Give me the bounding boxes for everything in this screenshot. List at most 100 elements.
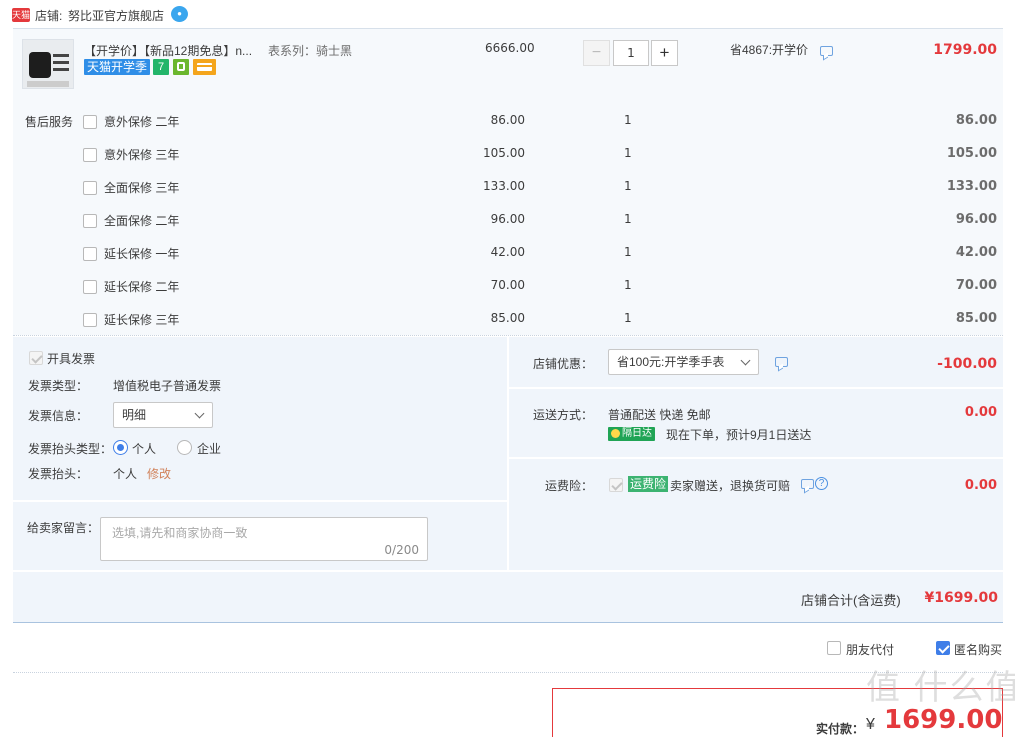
chevron-down-icon <box>740 355 751 366</box>
service-name: 全面保修 二年 <box>104 214 180 228</box>
service-checkbox[interactable] <box>83 214 97 228</box>
invoice-header-label: 发票抬头： <box>28 467 89 481</box>
invoice-edit-link[interactable]: 修改 <box>147 465 171 482</box>
insurance-panel <box>509 459 1003 570</box>
service-price: 105.00 <box>483 146 525 160</box>
watermark: 值 什么值得买 <box>866 669 1015 707</box>
insurance-badge: 运费险 <box>628 476 669 492</box>
service-price: 85.00 <box>490 311 525 325</box>
service-qty: 1 <box>624 245 632 259</box>
shop-total-value: ¥1699.00 <box>924 590 998 606</box>
service-checkbox[interactable] <box>83 115 97 129</box>
seven-day-return-icon: 7 <box>153 59 169 75</box>
quantity-increase-button[interactable]: + <box>651 40 678 66</box>
payment-value: 1699.00 <box>884 705 1003 735</box>
help-icon[interactable]: ? <box>815 477 828 490</box>
quantity-input[interactable]: 1 <box>613 40 649 66</box>
delivery-value: 普通配送 快递 免邮 <box>608 408 711 422</box>
product-unit-price: 6666.00 <box>485 41 535 55</box>
radio-company[interactable] <box>177 440 192 455</box>
message-counter: 0/200 <box>384 543 419 557</box>
service-qty: 1 <box>624 179 632 193</box>
payment-label: 实付款： <box>816 722 865 736</box>
coupon-amount: -100.00 <box>937 356 997 372</box>
open-invoice-label: 开具发票 <box>47 352 96 366</box>
invoice-info-label: 发票信息： <box>28 409 89 423</box>
service-total: 42.00 <box>955 245 997 260</box>
service-name: 延长保修 三年 <box>104 313 180 327</box>
delivery-panel <box>509 389 1003 457</box>
service-qty: 1 <box>624 212 632 226</box>
service-checkbox[interactable] <box>83 247 97 261</box>
service-label: 售后服务 <box>25 115 74 129</box>
chevron-down-icon <box>194 408 205 419</box>
message-placeholder: 选填,请先和商家协商一致 <box>112 526 248 540</box>
service-qty: 1 <box>624 146 632 160</box>
insurance-desc: 卖家赠送，退换货可赔 <box>670 479 791 493</box>
invoice-header-type-label: 发票抬头类型： <box>28 442 113 456</box>
product-title[interactable]: 【开学价】【新品12期免息】n... <box>84 42 252 59</box>
insurance-label: 运费险： <box>545 479 594 493</box>
coupon-label: 店铺优惠： <box>533 357 594 371</box>
coupon-select[interactable]: 省100元:开学季手表 <box>608 349 759 375</box>
product-discount: 省4867:开学价 <box>730 43 809 57</box>
guarantee-icon <box>173 59 189 75</box>
service-checkbox[interactable] <box>83 280 97 294</box>
service-price: 70.00 <box>490 278 525 292</box>
service-qty: 1 <box>624 311 632 325</box>
coupon-info-icon[interactable] <box>775 357 788 367</box>
service-name: 意外保修 三年 <box>104 148 180 162</box>
service-price: 42.00 <box>490 245 525 259</box>
anonymous-label: 匿名购买 <box>954 643 1003 657</box>
service-total: 105.00 <box>946 146 997 161</box>
insurance-checkbox[interactable] <box>609 478 623 492</box>
service-total: 85.00 <box>955 311 997 326</box>
service-checkbox[interactable] <box>83 148 97 162</box>
service-checkbox[interactable] <box>83 181 97 195</box>
product-spec: 表系列：骑士黑 <box>268 44 353 58</box>
service-price: 96.00 <box>490 212 525 226</box>
service-name: 延长保修 二年 <box>104 280 180 294</box>
quantity-decrease-button[interactable]: − <box>583 40 610 66</box>
insurance-amount: 0.00 <box>964 478 997 493</box>
promo-tag: 天猫开学季 <box>84 59 151 75</box>
service-total: 86.00 <box>955 113 997 128</box>
service-price: 133.00 <box>483 179 525 193</box>
radio-personal[interactable] <box>113 440 128 455</box>
shop-total-label: 店铺合计(含运费) <box>801 593 901 608</box>
friend-pay-label: 朋友代付 <box>846 643 895 657</box>
service-checkbox[interactable] <box>83 313 97 327</box>
anonymous-checkbox[interactable] <box>936 641 950 655</box>
service-total: 70.00 <box>955 278 997 293</box>
insurance-chat-icon[interactable] <box>801 479 814 489</box>
shop-name[interactable]: 努比亚官方旗舰店 <box>68 7 164 24</box>
invoice-header-value: 个人 <box>113 467 138 481</box>
tmall-badge-icon: 天猫 <box>12 8 31 22</box>
delivery-label: 运送方式： <box>533 408 594 422</box>
service-total: 96.00 <box>955 212 997 227</box>
delivery-amount: 0.00 <box>964 405 997 420</box>
service-qty: 1 <box>624 113 632 127</box>
friend-pay-checkbox[interactable] <box>827 641 841 655</box>
discount-detail-icon[interactable] <box>820 46 833 56</box>
invoice-type-value: 增值税电子普通发票 <box>113 379 222 393</box>
radio-company-label: 企业 <box>197 442 222 456</box>
service-price: 86.00 <box>490 113 525 127</box>
open-invoice-checkbox[interactable] <box>29 351 43 365</box>
service-total: 133.00 <box>946 179 997 194</box>
product-thumbnail[interactable] <box>22 39 74 89</box>
payment-currency: ¥ <box>866 716 875 733</box>
lightning-icon <box>611 429 620 438</box>
service-name: 延长保修 一年 <box>104 247 180 261</box>
invoice-info-select[interactable]: 明细 <box>113 402 213 428</box>
delivery-eta: 现在下单，预计9月1日送达 <box>666 428 812 442</box>
wangwang-chat-icon[interactable]: ● <box>171 6 188 22</box>
service-name: 意外保修 二年 <box>104 115 180 129</box>
invoice-type-label: 发票类型： <box>28 379 89 393</box>
radio-personal-label: 个人 <box>132 442 157 456</box>
next-day-badge: 隔日达 <box>608 427 655 441</box>
product-subtotal: 1799.00 <box>933 42 997 58</box>
service-qty: 1 <box>624 278 632 292</box>
service-name: 全面保修 三年 <box>104 181 180 195</box>
message-textarea[interactable]: 选填,请先和商家协商一致 0/200 <box>100 517 428 561</box>
